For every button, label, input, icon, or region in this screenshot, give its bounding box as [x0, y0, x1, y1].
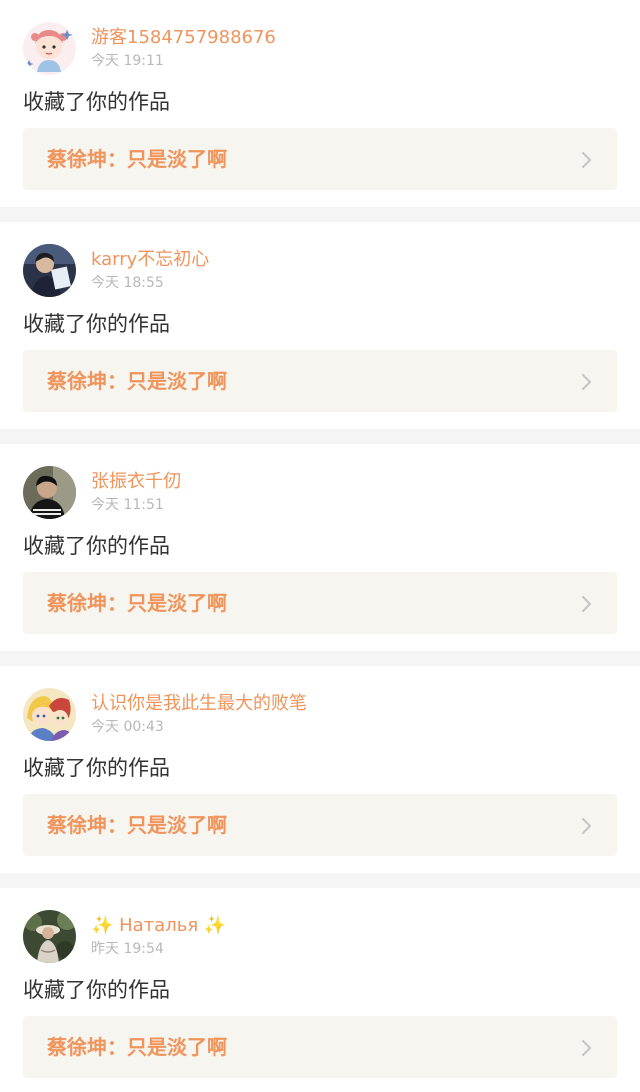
timestamp: 今天 11:51	[91, 497, 164, 513]
photo-avatar-icon	[23, 910, 76, 963]
avatar[interactable]	[23, 910, 76, 963]
work-title: 蔡徐坤：只是淡了啊	[47, 147, 227, 171]
username[interactable]: 认识你是我此生最大的败笔	[91, 693, 307, 715]
chevron-right-icon	[581, 595, 593, 613]
action-text: 收藏了你的作品	[23, 312, 170, 336]
username[interactable]: karry不忘初心	[91, 249, 209, 271]
avatar[interactable]	[23, 466, 76, 519]
work-title: 蔡徐坤：只是淡了啊	[47, 813, 227, 837]
work-link[interactable]: 蔡徐坤：只是淡了啊	[23, 1016, 617, 1078]
photo-avatar-icon	[23, 244, 76, 297]
chevron-right-icon	[581, 151, 593, 169]
chevron-right-icon	[581, 373, 593, 391]
notification-feed: 游客1584757988676 今天 19:11 收藏了你的作品 蔡徐坤：只是淡…	[0, 0, 640, 1092]
notification-card: 认识你是我此生最大的败笔 今天 00:43 收藏了你的作品 蔡徐坤：只是淡了啊	[0, 666, 640, 873]
action-text: 收藏了你的作品	[23, 534, 170, 558]
username[interactable]: ✨ Наталья ✨	[91, 915, 226, 937]
work-link[interactable]: 蔡徐坤：只是淡了啊	[23, 128, 617, 190]
work-link[interactable]: 蔡徐坤：只是淡了啊	[23, 794, 617, 856]
work-link[interactable]: 蔡徐坤：只是淡了啊	[23, 350, 617, 412]
chevron-right-icon	[581, 1039, 593, 1057]
notification-card: 游客1584757988676 今天 19:11 收藏了你的作品 蔡徐坤：只是淡…	[0, 0, 640, 207]
avatar[interactable]	[23, 688, 76, 741]
timestamp: 今天 19:11	[91, 53, 164, 69]
notification-card: ✨ Наталья ✨ 昨天 19:54 收藏了你的作品 蔡徐坤：只是淡了啊	[0, 888, 640, 1092]
work-title: 蔡徐坤：只是淡了啊	[47, 591, 227, 615]
anime-avatar-icon	[23, 688, 76, 741]
action-text: 收藏了你的作品	[23, 756, 170, 780]
chevron-right-icon	[581, 817, 593, 835]
notification-card: karry不忘初心 今天 18:55 收藏了你的作品 蔡徐坤：只是淡了啊	[0, 222, 640, 429]
action-text: 收藏了你的作品	[23, 978, 170, 1002]
action-text: 收藏了你的作品	[23, 90, 170, 114]
notification-card: 张振衣千仞 今天 11:51 收藏了你的作品 蔡徐坤：只是淡了啊	[0, 444, 640, 651]
avatar[interactable]	[23, 244, 76, 297]
username[interactable]: 张振衣千仞	[91, 471, 181, 493]
username[interactable]: 游客1584757988676	[91, 27, 276, 49]
avatar[interactable]	[23, 22, 76, 75]
timestamp: 昨天 19:54	[91, 941, 164, 957]
work-link[interactable]: 蔡徐坤：只是淡了啊	[23, 572, 617, 634]
timestamp: 今天 18:55	[91, 275, 164, 291]
work-title: 蔡徐坤：只是淡了啊	[47, 1035, 227, 1059]
work-title: 蔡徐坤：只是淡了啊	[47, 369, 227, 393]
photo-avatar-icon	[23, 466, 76, 519]
cartoon-girl-avatar-icon	[23, 22, 76, 75]
timestamp: 今天 00:43	[91, 719, 164, 735]
